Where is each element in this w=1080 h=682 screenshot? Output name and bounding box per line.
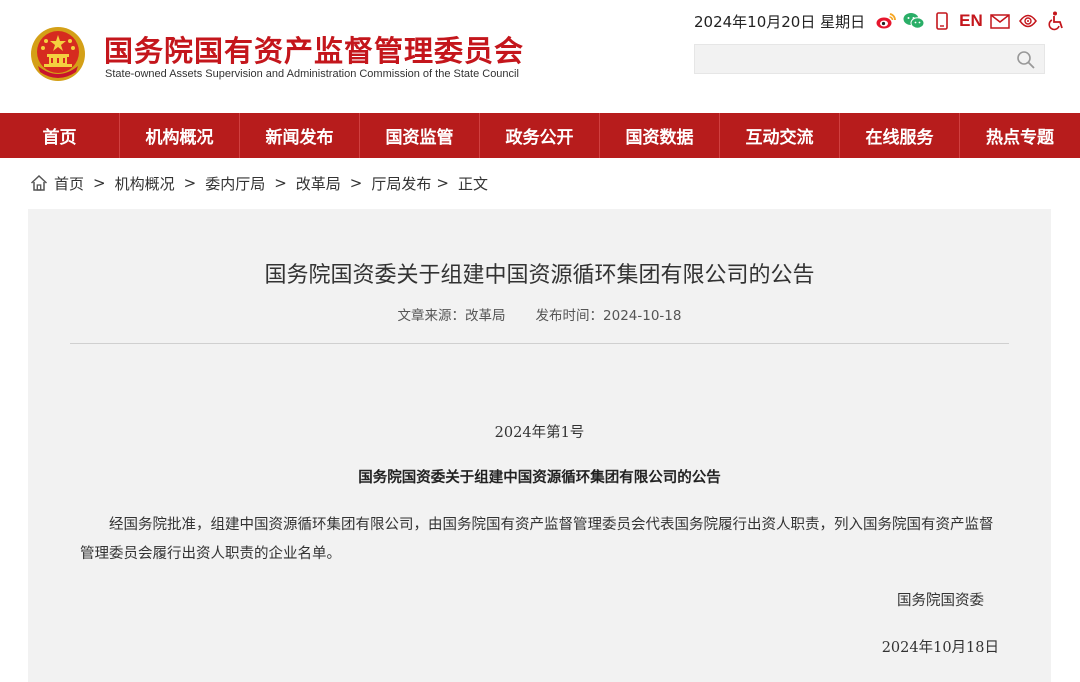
document-title: 国务院国资委关于组建中国资源循环集团有限公司的公告 [358, 469, 721, 486]
nav-item-government-affairs[interactable]: 政务公开 [480, 113, 600, 158]
home-icon[interactable] [30, 174, 48, 192]
nav-item-interaction[interactable]: 互动交流 [720, 113, 840, 158]
document-number: 2024年第1号 [494, 425, 585, 441]
document-body: 经国务院批准，组建中国资源循环集团有限公司，由国务院国有资产监督管理委员会代表国… [80, 517, 994, 562]
national-emblem-icon[interactable] [30, 26, 86, 82]
article-source: 文章来源：改革局 [397, 308, 506, 324]
weibo-icon[interactable] [875, 10, 897, 32]
current-date: 2024年10月20日 星期日 [694, 12, 866, 31]
breadcrumb: 首页 > 机构概况 > 委内厅局 > 改革局 > 厅局发布 > 正文 [30, 172, 488, 194]
main-nav: 首页 机构概况 新闻发布 国资监管 政务公开 国资数据 互动交流 在线服务 热点… [0, 113, 1080, 158]
article-title: 国务院国资委关于组建中国资源循环集团有限公司的公告 [264, 263, 815, 288]
nav-item-supervision[interactable]: 国资监管 [360, 113, 480, 158]
article-meta: 文章来源：改革局 发布时间：2024-10-18 [28, 304, 1051, 324]
mobile-icon[interactable] [931, 10, 953, 32]
top-utility-bar: 2024年10月20日 星期日 EN [694, 10, 1067, 32]
wheelchair-icon[interactable] [1045, 10, 1067, 32]
breadcrumb-separator: > [183, 174, 197, 192]
breadcrumb-reform-bureau[interactable]: 改革局 [296, 173, 341, 194]
article-publish-time: 发布时间：2024-10-18 [535, 308, 682, 324]
breadcrumb-organization[interactable]: 机构概况 [115, 173, 175, 194]
nav-item-home[interactable]: 首页 [0, 113, 120, 158]
breadcrumb-department-releases[interactable]: 厅局发布 [371, 173, 431, 194]
breadcrumb-current: 正文 [457, 174, 488, 193]
search-box [694, 44, 1045, 74]
breadcrumb-separator: > [93, 174, 106, 192]
nav-item-organization[interactable]: 机构概况 [120, 113, 240, 158]
nav-item-news[interactable]: 新闻发布 [240, 113, 360, 158]
breadcrumb-separator: > [349, 174, 363, 192]
search-input[interactable] [695, 45, 1005, 73]
document-date: 2024年10月18日 [881, 640, 999, 656]
search-icon[interactable] [1016, 50, 1036, 70]
nav-item-hot-topics[interactable]: 热点专题 [960, 113, 1080, 158]
breadcrumb-separator: > [436, 174, 449, 192]
site-header: 国务院国有资产监督管理委员会 State-owned Assets Superv… [0, 0, 1080, 113]
nav-item-online-service[interactable]: 在线服务 [840, 113, 960, 158]
site-title[interactable]: 国务院国有资产监督管理委员会 [104, 28, 524, 70]
breadcrumb-separator: > [274, 174, 287, 192]
wechat-icon[interactable] [903, 10, 925, 32]
breadcrumb-departments[interactable]: 委内厅局 [205, 173, 265, 194]
article-divider [70, 343, 1009, 344]
nav-item-data[interactable]: 国资数据 [600, 113, 720, 158]
accessibility-care-icon[interactable] [1017, 10, 1039, 32]
document-signature: 国务院国资委 [897, 593, 984, 609]
english-version-link[interactable]: EN [959, 11, 983, 31]
mail-icon[interactable] [989, 10, 1011, 32]
breadcrumb-home[interactable]: 首页 [54, 173, 84, 194]
site-subtitle: State-owned Assets Supervision and Admin… [105, 68, 519, 80]
article-container: 国务院国资委关于组建中国资源循环集团有限公司的公告 文章来源：改革局 发布时间：2… [28, 209, 1051, 682]
